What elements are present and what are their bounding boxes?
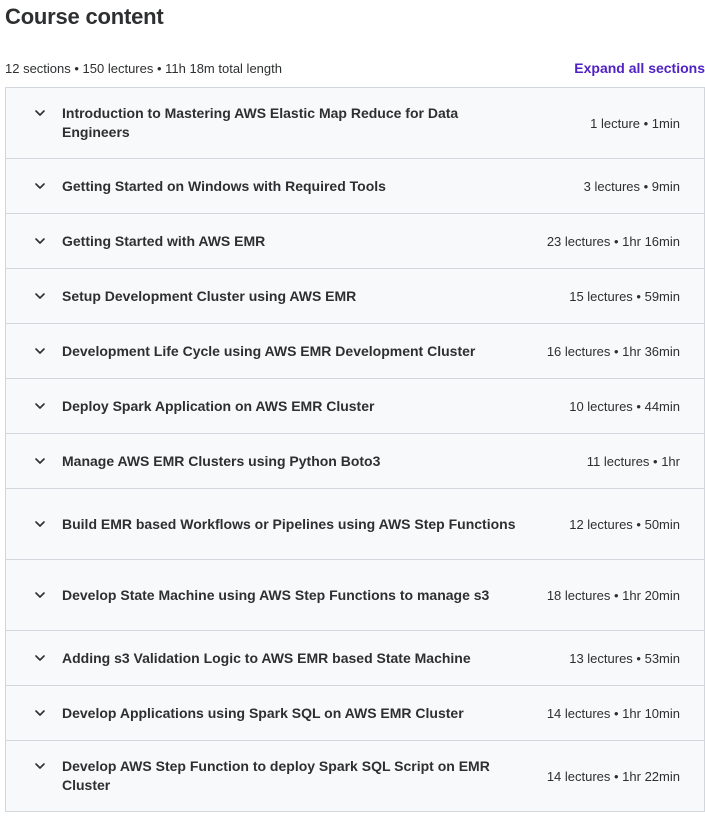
section-meta: 14 lectures • 1hr 10min [546,705,680,721]
section-meta: 18 lectures • 1hr 20min [546,587,680,603]
course-summary: 12 sections • 150 lectures • 11h 18m tot… [5,60,282,76]
section-meta: 13 lectures • 53min [569,650,680,666]
chevron-down-icon [34,652,46,664]
section-title: Getting Started on Windows with Required… [62,177,386,194]
section-item[interactable]: Build EMR based Workflows or Pipelines u… [6,489,704,560]
section-title: Develop Applications using Spark SQL on … [62,704,464,721]
section-item[interactable]: Develop State Machine using AWS Step Fun… [6,560,704,631]
chevron-down-icon [34,589,46,601]
section-item[interactable]: Introduction to Mastering AWS Elastic Ma… [6,88,704,159]
chevron-down-icon [34,345,46,357]
chevron-down-icon [34,290,46,302]
section-item[interactable]: Getting Started with AWS EMR 23 lectures… [6,214,704,269]
section-item[interactable]: Manage AWS EMR Clusters using Python Bot… [6,434,704,489]
chevron-down-icon [34,760,46,772]
section-title: Deploy Spark Application on AWS EMR Clus… [62,397,375,414]
section-item[interactable]: Deploy Spark Application on AWS EMR Clus… [6,379,704,434]
chevron-down-icon [34,400,46,412]
page-title: Course content [5,4,164,29]
section-item[interactable]: Setup Development Cluster using AWS EMR … [6,269,704,324]
course-sections-list: Introduction to Mastering AWS Elastic Ma… [5,87,705,812]
chevron-down-icon [34,235,46,247]
section-item[interactable]: Develop AWS Step Function to deploy Spar… [6,741,704,812]
section-meta: 1 lecture • 1min [590,115,680,131]
section-title: Develop AWS Step Function to deploy Spar… [62,758,490,793]
section-item[interactable]: Development Life Cycle using AWS EMR Dev… [6,324,704,379]
chevron-down-icon [34,518,46,530]
section-meta: 3 lectures • 9min [583,178,680,194]
section-title: Introduction to Mastering AWS Elastic Ma… [62,105,459,140]
chevron-down-icon [34,707,46,719]
section-meta: 14 lectures • 1hr 22min [546,768,680,784]
chevron-down-icon [34,107,46,119]
section-item[interactable]: Develop Applications using Spark SQL on … [6,686,704,741]
expand-all-sections-button[interactable]: Expand all sections [574,60,705,76]
chevron-down-icon [34,455,46,467]
section-title: Manage AWS EMR Clusters using Python Bot… [62,452,381,469]
section-title: Getting Started with AWS EMR [62,232,266,249]
section-meta: 16 lectures • 1hr 36min [546,343,680,359]
section-meta: 23 lectures • 1hr 16min [546,233,680,249]
section-title: Development Life Cycle using AWS EMR Dev… [62,342,476,359]
section-item[interactable]: Adding s3 Validation Logic to AWS EMR ba… [6,631,704,686]
section-meta: 11 lectures • 1hr [586,453,680,469]
section-title: Adding s3 Validation Logic to AWS EMR ba… [62,649,471,666]
section-meta: 12 lectures • 50min [569,516,680,532]
chevron-down-icon [34,180,46,192]
course-meta-row: 12 sections • 150 lectures • 11h 18m tot… [5,58,705,78]
section-meta: 15 lectures • 59min [569,288,680,304]
section-title: Develop State Machine using AWS Step Fun… [62,586,490,603]
section-meta: 10 lectures • 44min [569,398,680,414]
section-item[interactable]: Getting Started on Windows with Required… [6,159,704,214]
section-title: Setup Development Cluster using AWS EMR [62,287,357,304]
section-title: Build EMR based Workflows or Pipelines u… [62,515,516,532]
